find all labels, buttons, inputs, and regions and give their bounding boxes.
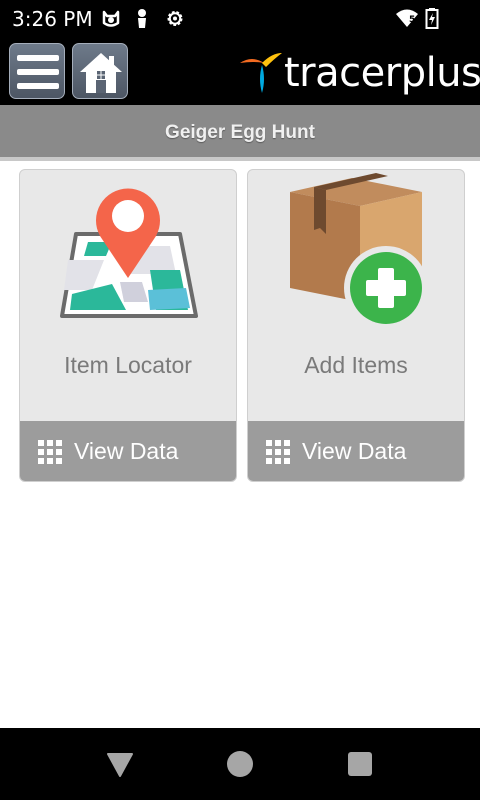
brand-name: tracerplus <box>284 50 480 96</box>
view-data-label: View Data <box>302 438 407 464</box>
grid-icon <box>266 440 290 464</box>
view-data-label: View Data <box>74 438 179 464</box>
status-time: 3:26 PM <box>12 7 93 31</box>
home-circle-icon[interactable] <box>224 748 256 780</box>
app-header: tracerplus <box>0 37 480 105</box>
wifi-icon <box>396 9 418 27</box>
person-icon <box>138 9 146 28</box>
map-pin-icon <box>60 188 198 318</box>
recents-square-icon[interactable] <box>344 748 376 780</box>
tile-item-locator[interactable]: Item Locator View Data <box>19 169 237 482</box>
view-data-button[interactable]: View Data <box>248 421 464 481</box>
package-add-icon <box>290 173 428 330</box>
nav-bar <box>0 728 480 800</box>
battery-charging-icon <box>425 8 439 29</box>
tile-label: Add Items <box>304 352 408 378</box>
menu-button[interactable] <box>9 43 65 99</box>
gear-icon <box>167 11 183 26</box>
page-title: Geiger Egg Hunt <box>165 122 315 143</box>
title-bar: Geiger Egg Hunt <box>0 105 480 161</box>
cat-face-icon <box>102 10 120 27</box>
back-triangle-icon[interactable] <box>104 748 136 780</box>
grid-icon <box>38 440 62 464</box>
hamburger-icon <box>17 55 59 89</box>
tile-add-items[interactable]: Add Items View Data <box>247 169 465 482</box>
tracerplus-logo-icon <box>240 53 282 93</box>
status-bar: 3:26 PM 5 <box>0 0 480 37</box>
brand-logo: tracerplus <box>238 49 480 97</box>
wifi-label: 5 <box>409 15 416 25</box>
home-icon <box>80 53 122 93</box>
view-data-button[interactable]: View Data <box>20 421 236 481</box>
tile-label: Item Locator <box>64 352 192 378</box>
home-button[interactable] <box>72 43 128 99</box>
